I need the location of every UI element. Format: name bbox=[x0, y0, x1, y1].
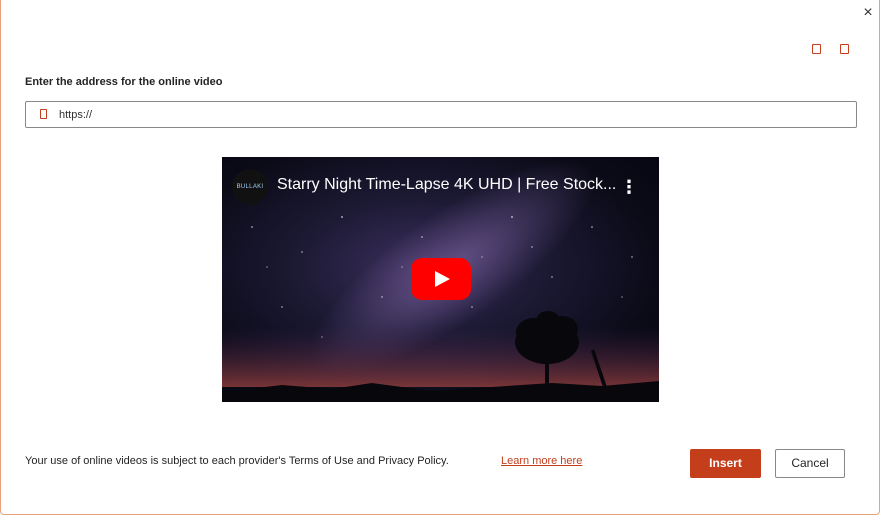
video-preview[interactable]: BULLAKI Starry Night Time-Lapse 4K UHD |… bbox=[222, 157, 659, 402]
more-options-icon[interactable]: ⋮ bbox=[620, 177, 638, 197]
insert-button[interactable]: Insert bbox=[690, 449, 761, 478]
placeholder-icon[interactable] bbox=[812, 44, 821, 54]
url-field[interactable] bbox=[25, 101, 857, 128]
learn-more-link[interactable]: Learn more here bbox=[501, 455, 582, 467]
insert-video-dialog: × Enter the address for the online video bbox=[0, 0, 880, 515]
video-title[interactable]: Starry Night Time-Lapse 4K UHD | Free St… bbox=[277, 176, 617, 194]
close-button[interactable]: × bbox=[859, 4, 877, 22]
terms-notice: Your use of online videos is subject to … bbox=[25, 455, 449, 467]
cancel-button[interactable]: Cancel bbox=[775, 449, 845, 478]
placeholder-icon[interactable] bbox=[840, 44, 849, 54]
channel-logo[interactable]: BULLAKI bbox=[232, 169, 268, 205]
url-prompt-label: Enter the address for the online video bbox=[25, 76, 223, 88]
play-button[interactable] bbox=[411, 258, 471, 300]
url-input[interactable] bbox=[59, 105, 839, 124]
link-icon bbox=[40, 109, 47, 119]
